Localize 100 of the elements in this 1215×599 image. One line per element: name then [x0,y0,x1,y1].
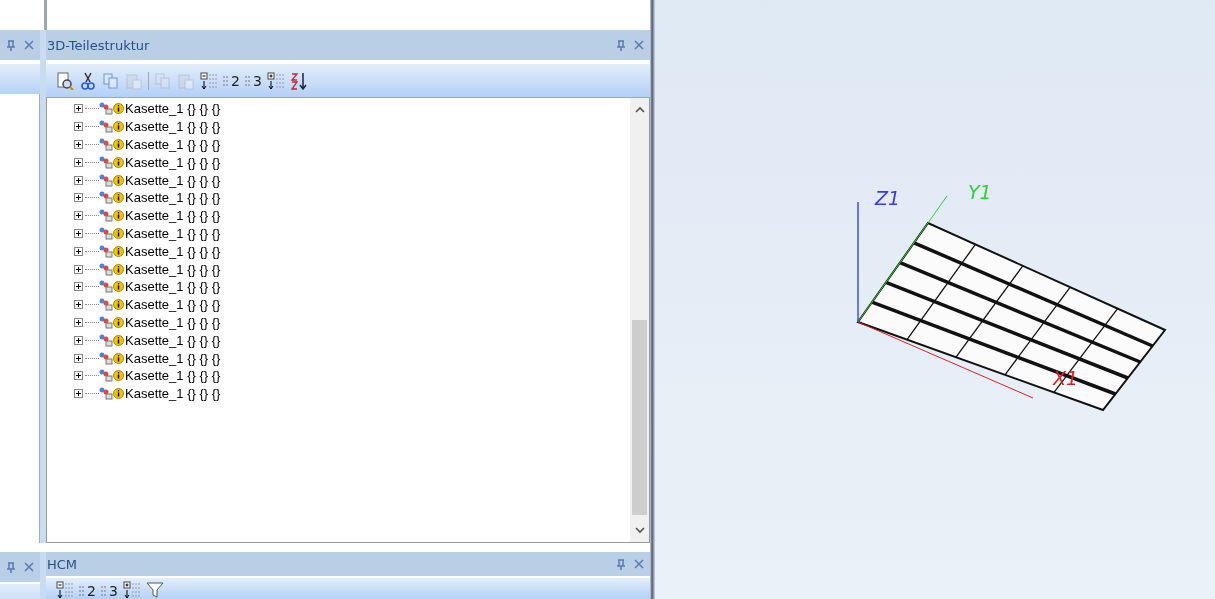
expand-icon[interactable] [74,175,83,185]
assembly-icon [99,369,113,383]
axis-label: Z1 [875,187,901,209]
tree-item[interactable]: Kasette_1 {} {} {} [125,119,221,135]
expand-icon[interactable] [74,140,83,149]
expand-icon[interactable] [74,246,83,256]
tree-item[interactable]: Kasette_1 {} {} {} [125,101,221,117]
expand-icon[interactable] [74,193,83,203]
assembly-icon [99,298,113,312]
close-icon[interactable] [24,40,34,50]
pin-icon[interactable] [616,558,626,570]
tree-item[interactable]: Kasette_1 {} {} {} [125,368,221,384]
expand-icon[interactable] [74,282,83,292]
toolbar-background [0,584,40,599]
tree-item[interactable]: Kasette_1 {} {} {} [125,332,221,348]
page-magnifier-icon[interactable] [56,71,74,90]
info-icon [113,281,124,293]
info-icon [113,263,124,275]
expand-icon[interactable] [74,389,83,399]
dashed-lines-icon [223,73,231,88]
scroll-down-icon[interactable] [634,527,645,534]
expand-icon[interactable] [74,371,83,381]
info-icon [113,388,124,400]
tree-item[interactable]: Kasette_1 {} {} {} [125,386,221,402]
close-icon[interactable] [634,559,644,569]
close-icon[interactable] [634,40,644,50]
tree-level-button[interactable]: 3 [244,72,262,89]
assembly-icon [99,173,113,187]
expand-icon[interactable] [74,157,83,167]
collapse-tree-icon[interactable] [56,581,74,599]
expand-icon[interactable] [74,335,83,345]
assembly-icon [99,209,113,223]
tree-item[interactable]: Kasette_1 {} {} {} [125,154,221,170]
info-icon [113,316,124,328]
assembly-icon [99,120,113,134]
assembly-icon [99,387,113,401]
info-icon [113,192,124,204]
info-icon [113,121,124,133]
panel-title: 3D-Teilestruktur [47,37,150,53]
pin-icon[interactable] [6,39,16,51]
expand-tree-icon[interactable] [122,581,141,599]
axis-label: Y1 [968,181,992,203]
tree-level-button[interactable]: 2 [223,72,240,89]
info-icon [113,370,124,382]
tree-item[interactable]: Kasette_1 {} {} {} [125,243,221,259]
filter-icon[interactable] [145,581,164,599]
tree-item[interactable]: Kasette_1 {} {} {} [125,172,221,188]
assembly-icon [99,102,113,116]
toolbar-background [0,64,40,94]
assembly-icon [99,138,113,151]
tree-level-button[interactable]: 3 [100,583,118,599]
scrollbar-thumb[interactable] [632,320,647,515]
assembly-icon [99,155,113,169]
close-icon[interactable] [24,562,34,572]
dashed-lines-icon [244,73,253,88]
expand-icon[interactable] [74,211,83,221]
tree-item[interactable]: Kasette_1 {} {} {} [125,261,221,277]
info-icon [113,139,124,150]
assembly-icon [99,333,113,347]
pin-icon[interactable] [616,39,626,51]
tree-item[interactable]: Kasette_1 {} {} {} [125,137,221,152]
info-icon [113,299,124,311]
tree-item[interactable]: Kasette_1 {} {} {} [125,314,221,330]
tree-item[interactable]: Kasette_1 {} {} {} [125,208,221,224]
info-icon [113,227,124,239]
assembly-icon [99,191,113,205]
expand-icon[interactable] [74,122,83,132]
expand-icon[interactable] [74,300,83,310]
assembly-icon [99,262,113,276]
collapse-tree-icon[interactable] [200,71,218,90]
assembly-icon [99,244,113,258]
scissors-icon[interactable] [79,71,97,90]
assembly-icon [99,315,113,329]
expand-icon[interactable] [74,264,83,274]
tree-item[interactable]: Kasette_1 {} {} {} [125,350,221,366]
expand-icon[interactable] [74,228,83,238]
expand-tree-icon[interactable] [266,71,285,90]
assembly-icon [99,351,113,365]
info-icon [113,334,124,346]
info-icon [113,245,124,257]
expand-icon[interactable] [74,353,83,363]
assembly-icon [99,280,113,294]
tree-item[interactable]: Kasette_1 {} {} {} [125,190,221,206]
sort-az-icon[interactable] [289,71,308,90]
tree-item[interactable]: Kasette_1 {} {} {} [125,279,221,295]
pin-icon[interactable] [6,561,16,573]
info-icon [113,210,124,222]
expand-icon[interactable] [74,317,83,327]
info-icon [113,156,124,168]
info-icon [113,103,124,115]
expand-icon[interactable] [74,104,83,114]
info-icon [113,174,124,186]
tree-item[interactable]: Kasette_1 {} {} {} [125,297,221,313]
tree-level-button[interactable]: 2 [79,583,96,599]
scrollbar[interactable] [630,98,649,542]
tree-item[interactable]: Kasette_1 {} {} {} [125,225,221,241]
dashed-lines-icon [79,584,87,598]
scroll-up-icon[interactable] [634,106,645,113]
assembly-icon [99,226,113,240]
panel-title: HCM [47,556,78,572]
